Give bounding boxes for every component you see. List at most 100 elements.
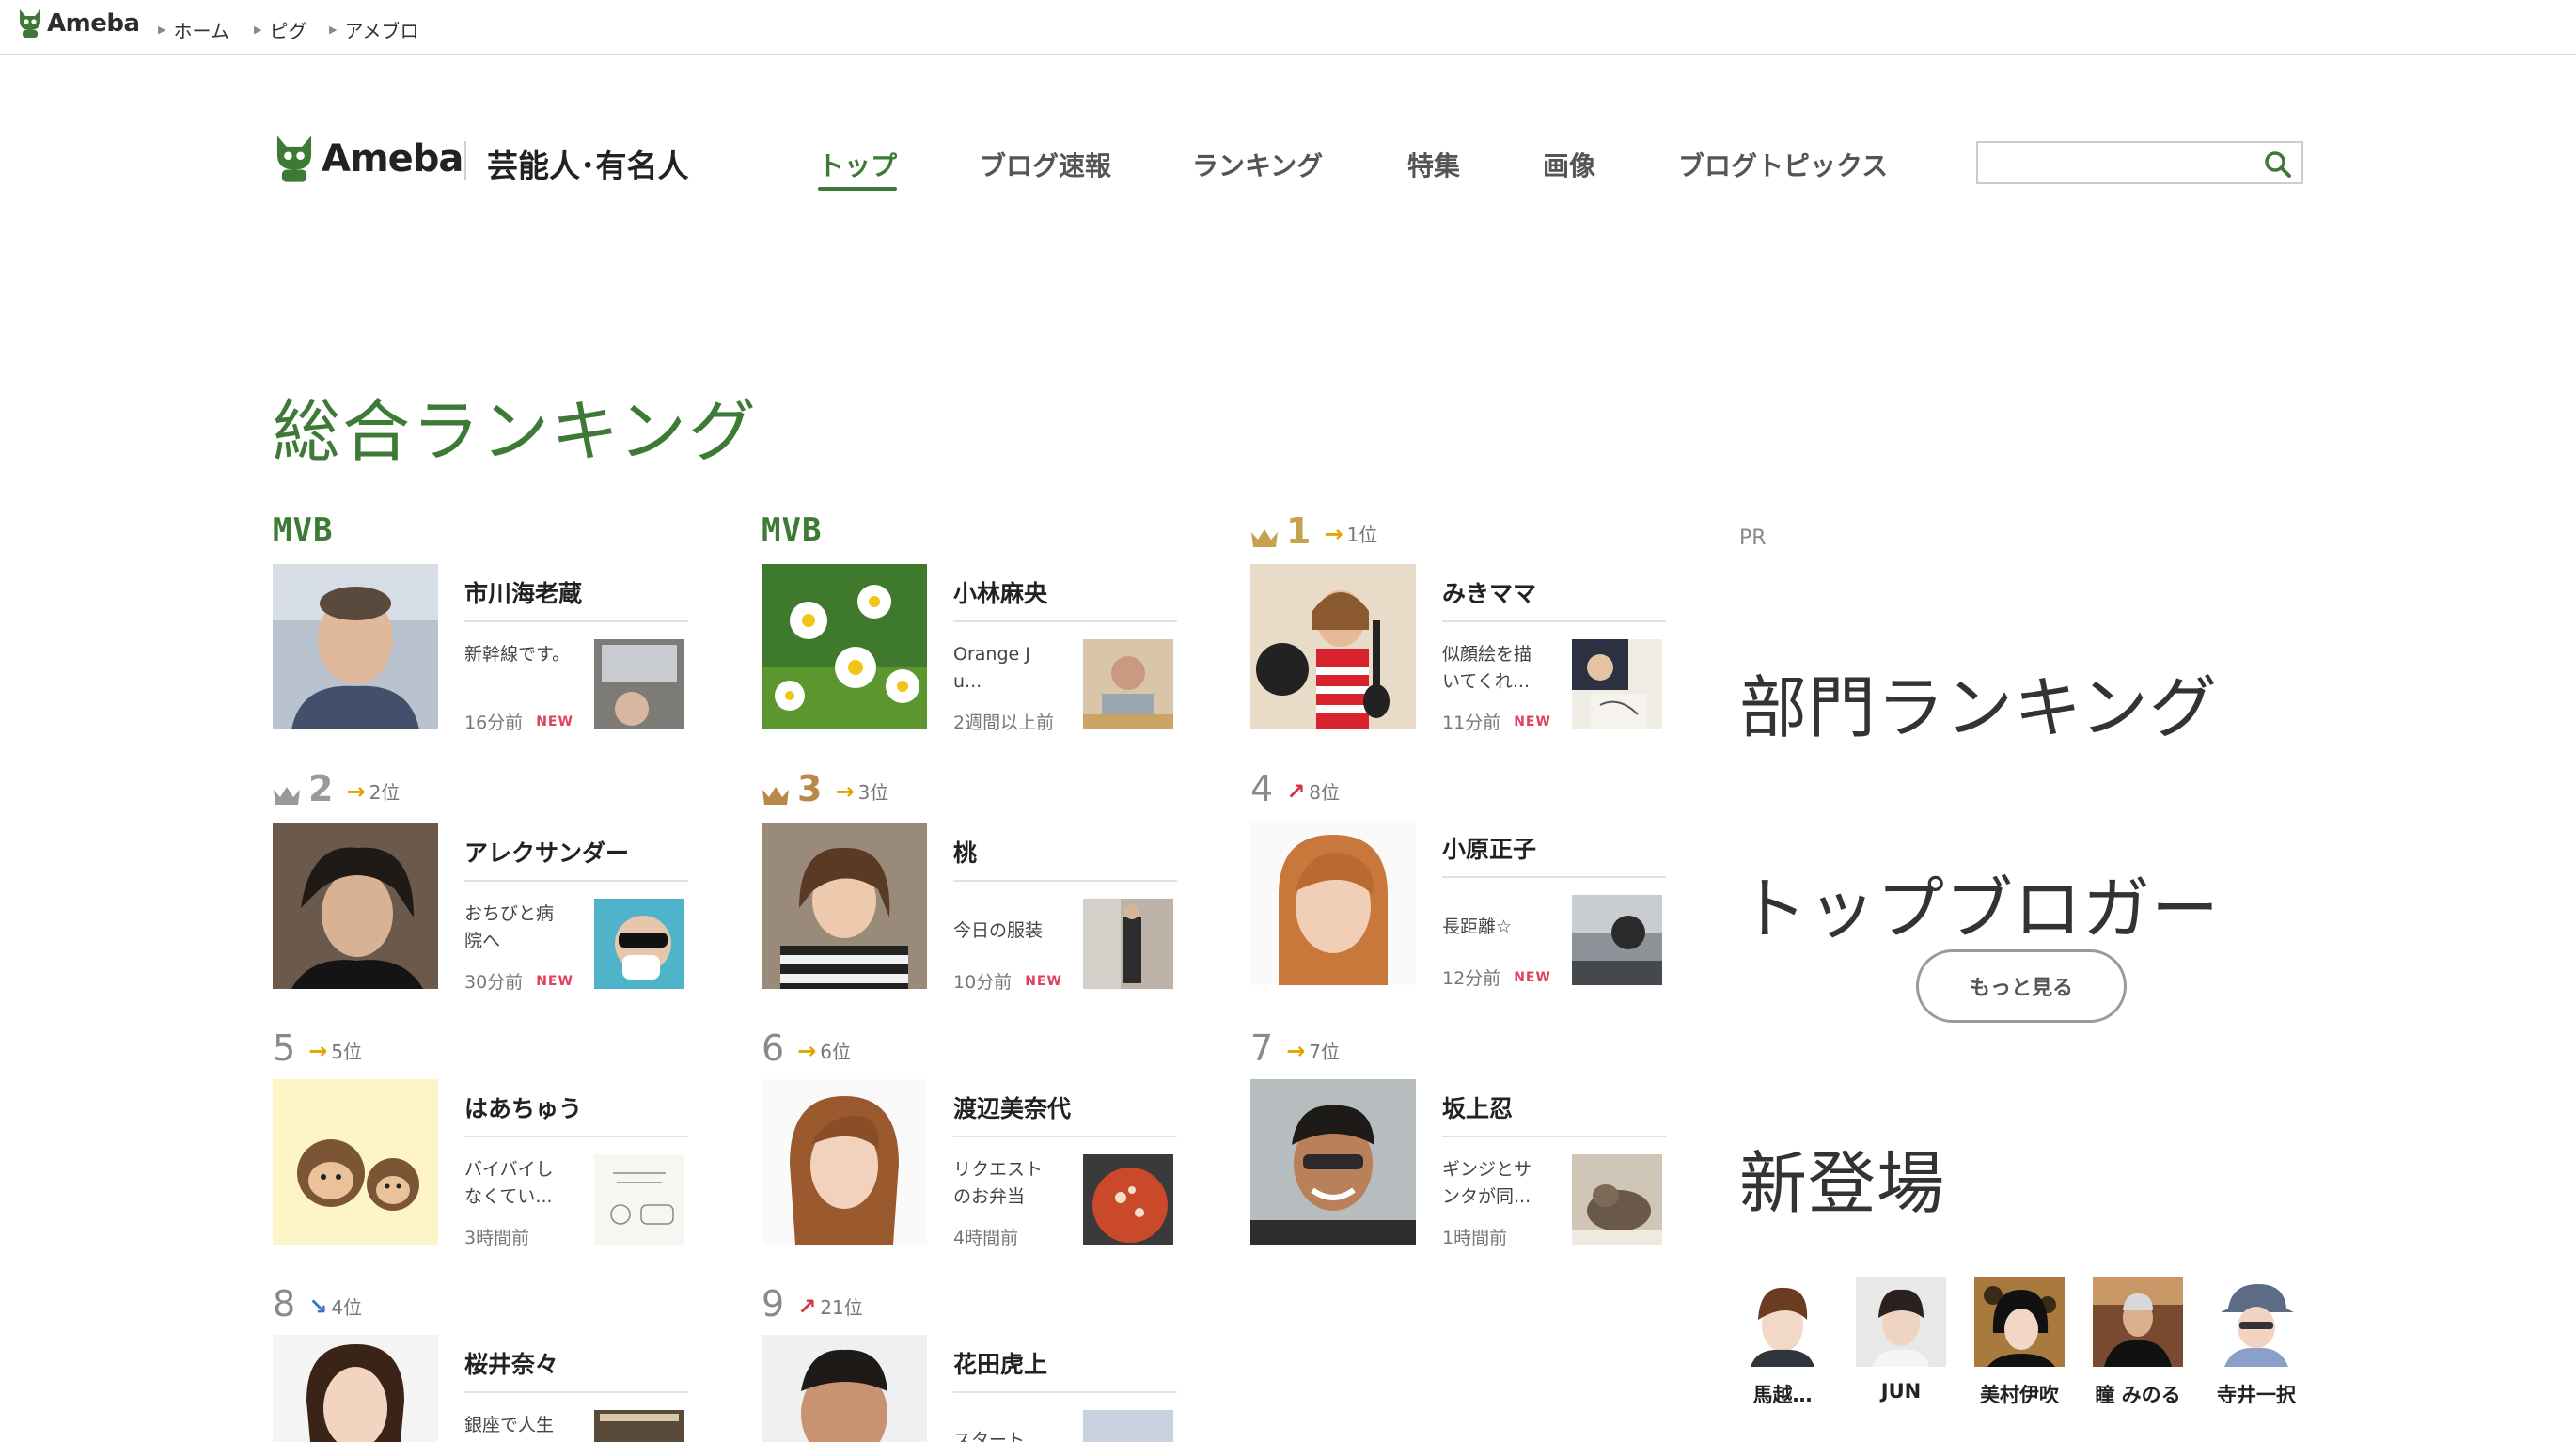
newcomer-avatar — [1737, 1277, 1828, 1367]
breadcrumb-home[interactable]: ▶ ホーム — [158, 16, 229, 43]
blogger-avatar[interactable] — [273, 823, 438, 989]
breadcrumb-ameblo[interactable]: ▶ アメブロ — [329, 16, 418, 43]
time-label: 10分前 — [953, 972, 1013, 993]
nav-top[interactable]: トップ — [818, 146, 897, 183]
time-label: 30分前 — [464, 972, 524, 993]
entry-thumbnail[interactable] — [594, 1154, 684, 1245]
entry-excerpt[interactable]: Orange Ju... — [953, 641, 1057, 696]
time-label: 2週間以上前 — [953, 713, 1055, 733]
entry-excerpt[interactable]: 似顔絵を描いてくれ... — [1442, 641, 1547, 696]
entry-thumbnail[interactable] — [1572, 895, 1662, 985]
entry-time: 2週間以上前 — [953, 709, 1067, 734]
blogger-avatar[interactable] — [273, 1079, 438, 1245]
rank-header: 9 ↗ 21位 — [762, 1284, 863, 1322]
blogger-name[interactable]: 小原正子 — [1442, 831, 1536, 865]
rank-header: 6 → 6位 — [762, 1028, 851, 1066]
newcomer-name: 美村伊吹 — [1980, 1384, 2059, 1406]
triangle-right-icon: ▶ — [329, 24, 338, 36]
entry-thumbnail[interactable] — [594, 1410, 684, 1442]
newcomer-avatar — [2093, 1277, 2183, 1367]
mvb-badge: MVB — [762, 511, 823, 549]
entry-thumbnail[interactable] — [1083, 1410, 1173, 1442]
entry-time: 16分前 NEW — [464, 709, 573, 734]
blogger-avatar[interactable] — [273, 564, 438, 729]
newcomer-name: 瞳 みのる — [2095, 1384, 2181, 1406]
category-title: 芸能人･有名人 — [487, 148, 689, 184]
entry-thumbnail[interactable] — [594, 639, 684, 729]
search-input[interactable] — [1984, 149, 2247, 177]
newcomer-item[interactable]: 馬越… — [1736, 1277, 1830, 1408]
blogger-name[interactable]: 小林麻央 — [953, 575, 1047, 609]
arrow-up-right-icon: ↗ — [797, 1293, 817, 1320]
time-label: 3時間前 — [464, 1228, 530, 1248]
blogger-name[interactable]: みきママ — [1442, 575, 1536, 609]
entry-excerpt[interactable]: スタート — [953, 1427, 1059, 1442]
rank-header: 1 → 1位 — [1250, 511, 1377, 549]
blogger-avatar[interactable] — [1250, 820, 1416, 985]
entry-excerpt[interactable]: ギンジとサンタが同... — [1442, 1156, 1547, 1211]
blogger-name[interactable]: はあちゅう — [464, 1090, 582, 1124]
newcomer-name: 寺井一択 — [2217, 1384, 2296, 1406]
newcomer-item[interactable]: 美村伊吹 — [1972, 1277, 2066, 1408]
blogger-avatar[interactable] — [762, 1335, 927, 1442]
blogger-name[interactable]: 市川海老蔵 — [464, 575, 582, 609]
blogger-avatar[interactable] — [1250, 564, 1416, 729]
breadcrumb-label: ホーム — [173, 20, 229, 42]
blogger-name[interactable]: 桜井奈々 — [464, 1346, 558, 1380]
newcomer-item[interactable]: JUN — [1854, 1277, 1948, 1403]
rank-number: 7 — [1250, 1027, 1274, 1069]
blogger-name[interactable]: 花田虎上 — [953, 1346, 1047, 1380]
search-box — [1976, 141, 2303, 184]
nav-ranking[interactable]: ランキング — [1192, 146, 1323, 183]
time-label: 4時間前 — [953, 1228, 1019, 1248]
rank-number: 2 — [308, 768, 334, 809]
rank-header: 7 → 7位 — [1250, 1028, 1340, 1066]
entry-excerpt[interactable]: 銀座で人生 — [464, 1412, 570, 1442]
search-icon[interactable] — [2264, 150, 2292, 179]
blogger-name[interactable]: アレクサンダー — [464, 835, 629, 869]
previous-rank: → 3位 — [835, 777, 888, 807]
entry-thumbnail[interactable] — [1572, 1154, 1662, 1245]
rank-number: 1 — [1286, 510, 1312, 552]
blogger-name[interactable]: 桃 — [953, 835, 977, 869]
entry-thumbnail[interactable] — [1572, 639, 1662, 729]
blogger-avatar[interactable] — [762, 823, 927, 989]
rank-number: 5 — [273, 1027, 296, 1069]
nav-features[interactable]: 特集 — [1407, 146, 1460, 183]
nav-blog-news[interactable]: ブログ速報 — [980, 146, 1111, 183]
entry-thumbnail[interactable] — [1083, 639, 1173, 729]
newcomer-item[interactable]: 瞳 みのる — [2091, 1277, 2185, 1408]
nav-blog-topics[interactable]: ブログトピックス — [1678, 146, 1888, 183]
previous-rank-label: 3位 — [857, 781, 889, 804]
divider — [953, 620, 1177, 622]
entry-thumbnail[interactable] — [1083, 1154, 1173, 1245]
global-topbar: Ameba ▶ ホーム ▶ ピグ ▶ アメブロ — [0, 0, 2576, 55]
blogger-name[interactable]: 坂上忍 — [1442, 1090, 1513, 1124]
entry-thumbnail[interactable] — [1083, 899, 1173, 989]
newcomer-name: JUN — [1880, 1380, 1922, 1403]
arrow-right-icon: → — [835, 777, 855, 805]
topbar-logo[interactable]: Ameba — [17, 8, 140, 39]
newcomer-item[interactable]: 寺井一択 — [2209, 1277, 2303, 1408]
site-logo[interactable]: Ameba — [273, 132, 463, 186]
entry-excerpt[interactable]: リクエストのお弁当 — [953, 1156, 1059, 1211]
entry-thumbnail[interactable] — [594, 899, 684, 989]
blogger-name[interactable]: 渡辺美奈代 — [953, 1090, 1071, 1124]
entry-excerpt[interactable]: おちびと病院へ — [464, 901, 570, 955]
entry-excerpt[interactable]: 長距離☆ — [1442, 914, 1574, 941]
nav-images[interactable]: 画像 — [1543, 146, 1595, 183]
blogger-avatar[interactable] — [762, 564, 927, 729]
more-button[interactable]: もっと見る — [1916, 949, 2127, 1023]
breadcrumb-pigg[interactable]: ▶ ピグ — [254, 16, 306, 43]
ameba-mascot-icon — [20, 9, 40, 38]
entry-excerpt[interactable]: バイバイしなくてい... — [464, 1156, 570, 1211]
entry-excerpt[interactable]: 新幹線です。 — [464, 641, 596, 668]
rank-badge: MVB — [762, 511, 822, 549]
blogger-avatar[interactable] — [273, 1335, 438, 1442]
entry-excerpt[interactable]: 今日の服装 — [953, 917, 1066, 945]
overall-ranking-title: 総合ランキング — [273, 392, 758, 471]
blogger-avatar[interactable] — [1250, 1079, 1416, 1245]
divider — [1442, 620, 1666, 622]
previous-rank: ↗ 21位 — [797, 1293, 863, 1322]
blogger-avatar[interactable] — [762, 1079, 927, 1245]
